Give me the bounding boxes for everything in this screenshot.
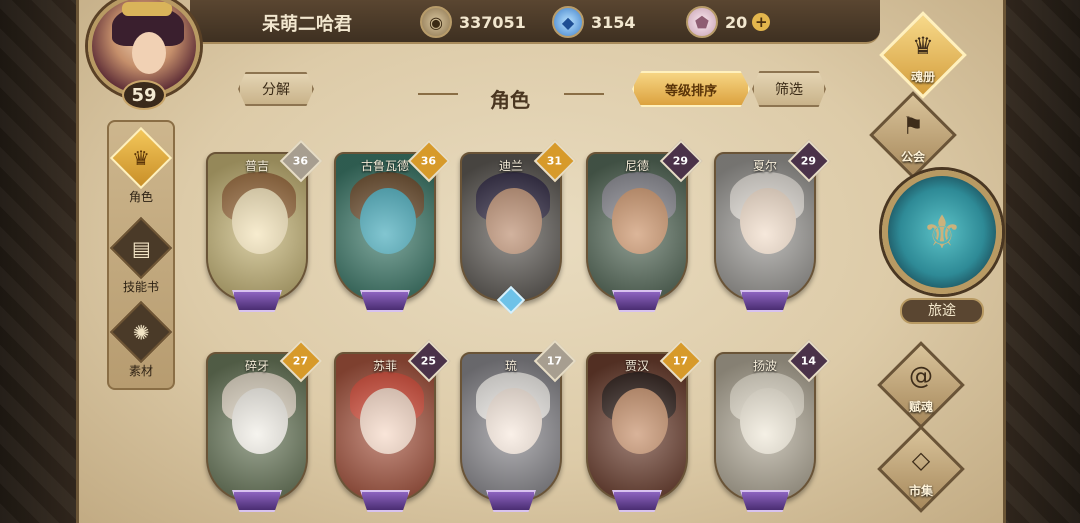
tab-skill-books-label: 技能书 [122,280,159,294]
page-title: 角色 [490,88,530,112]
add-gem-button[interactable]: + [752,13,771,31]
pink-gem-icon: ⬟ [686,6,718,38]
hero-card[interactable]: 古鲁瓦德 36 [334,139,451,312]
spiral-icon: @ [909,362,933,390]
title-ornament-left [418,93,458,95]
helmet-icon: ♛ [912,32,934,60]
rank-crest-icon [232,490,282,512]
soul-book-label: 魂册 [910,70,935,84]
soul-gift-label: 赋魂 [908,400,933,414]
hero-card[interactable]: 琉 17 [460,339,577,512]
title-ornament-right [564,93,604,95]
guild-label: 公会 [900,150,925,164]
rank-crest-icon [740,490,790,512]
rank-crest-icon [612,290,662,312]
crystal-amount: 3154 [591,12,636,32]
player-name: 呆萌二哈君 [262,14,352,35]
material-icon: ✺ [109,300,173,364]
tab-heroes[interactable]: ♛ 角色 [109,126,173,205]
filter-button[interactable]: 筛选 [752,71,826,107]
trident-emblem-icon: ⚜ [882,170,1002,294]
crystal-resource[interactable]: ◆ 3154 [552,6,636,38]
journey-button[interactable]: ⚜ 旅途 [878,170,1004,330]
left-tab-bar: ♛ 角色 ▤ 技能书 ✺ 素材 [107,120,175,390]
tab-materials[interactable]: ✺ 素材 [109,300,173,379]
rank-crest-icon [232,290,282,312]
market-label: 市集 [908,484,933,498]
rank-crest-icon [740,290,790,312]
crystal-gem-icon: ◇ [911,446,931,474]
wolf-banner-icon: ⚑ [902,112,924,140]
soul-book-button[interactable]: ♛ 魂册 [879,11,967,99]
hero-card[interactable]: 扬波 14 [714,339,831,512]
soul-gift-button[interactable]: @ 赋魂 [877,341,965,429]
player-level-badge: 59 [122,80,166,110]
hero-card[interactable]: 尼德 29 [586,139,703,312]
guild-button[interactable]: ⚑ 公会 [869,91,957,179]
market-button[interactable]: ◇ 市集 [877,425,965,513]
gold-coin-icon: ◉ [420,6,452,38]
rank-crest-icon [360,290,410,312]
tab-heroes-label: 角色 [128,190,153,204]
rank-crest-icon [486,490,536,512]
tab-materials-label: 素材 [128,364,153,378]
gem-amount: 20 [725,12,748,32]
hero-card[interactable]: 夏尔 29 [714,139,831,312]
rank-crest-icon [612,490,662,512]
hero-card[interactable]: 苏菲 25 [334,339,451,512]
helmet-icon: ♛ [109,126,173,190]
hero-card[interactable]: 普吉 36 [206,139,323,312]
tab-skill-books[interactable]: ▤ 技能书 [109,216,173,295]
decompose-button[interactable]: 分解 [238,72,314,106]
gold-resource[interactable]: ◉ 337051 [420,6,526,38]
player-avatar[interactable]: 59 [82,0,206,118]
hero-card[interactable]: 碎牙 27 [206,339,323,512]
gem-resource[interactable]: ⬟ 20 + [686,6,771,38]
hero-card[interactable]: 贾汉 17 [586,339,703,512]
hero-card[interactable]: 迪兰 31 [460,139,577,315]
rank-crest-icon [360,490,410,512]
journey-label: 旅途 [900,298,984,324]
gold-amount: 337051 [459,12,526,32]
blue-crystal-icon: ◆ [552,6,584,38]
skill-book-icon: ▤ [109,216,173,280]
sort-by-level-button[interactable]: 等级排序 [632,71,750,107]
